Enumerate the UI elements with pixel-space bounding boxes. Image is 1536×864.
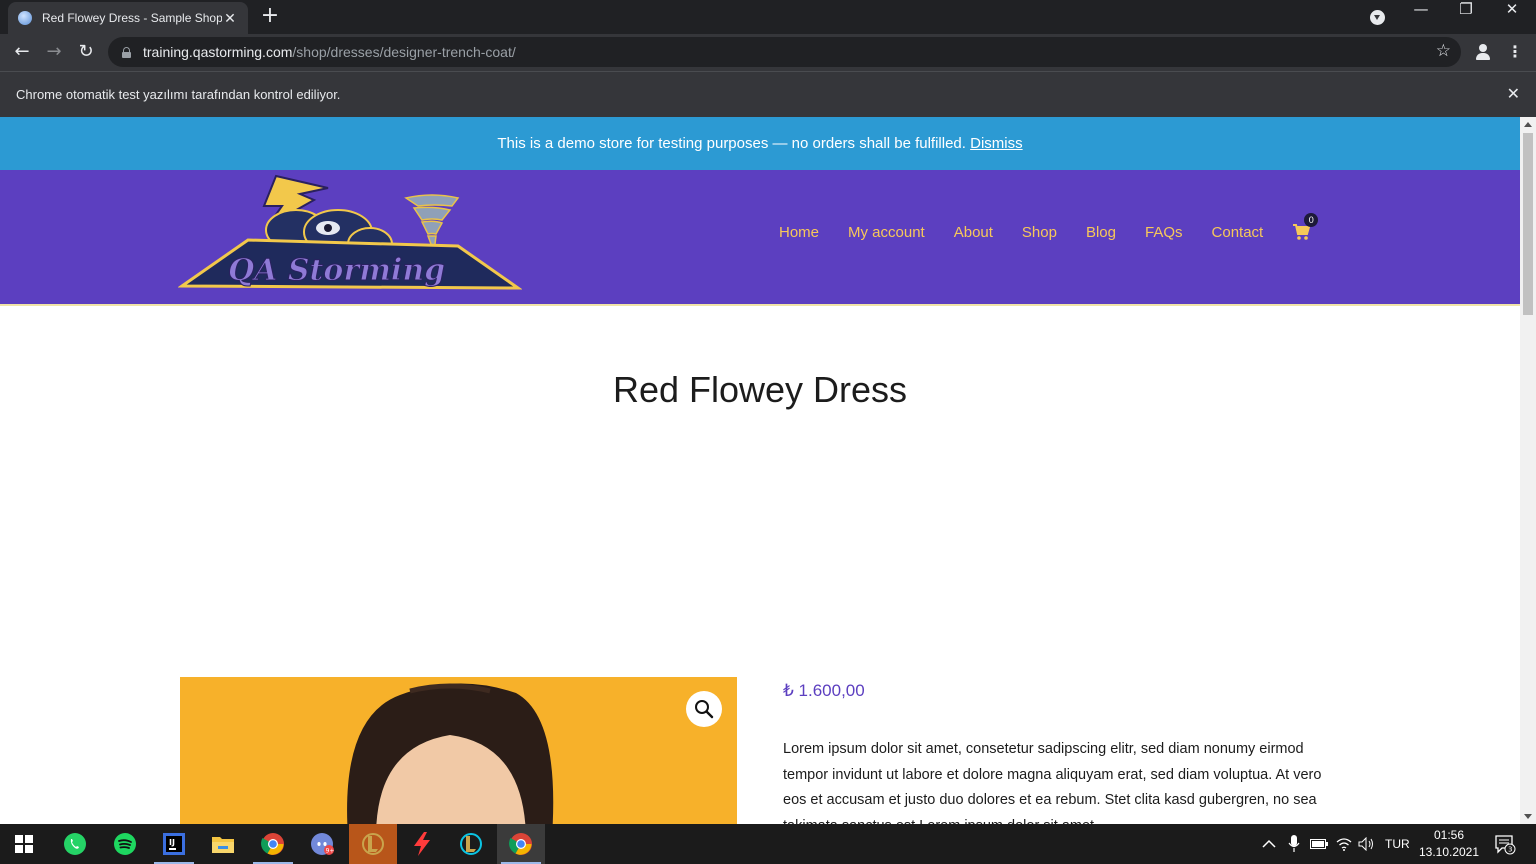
back-arrow-icon[interactable]: ← [8, 38, 36, 66]
spotify-icon [114, 833, 136, 855]
url-host: training.qastorming.com [143, 44, 293, 60]
page-scrollbar[interactable] [1520, 117, 1536, 824]
action-center-button[interactable]: 3 [1494, 824, 1516, 864]
league-client-icon [362, 833, 384, 855]
tab-close-icon[interactable]: ✕ [222, 10, 238, 27]
windows-logo-icon [15, 835, 33, 853]
tray-overflow-icon[interactable] [1262, 824, 1276, 864]
lock-icon[interactable] [122, 46, 131, 58]
nav-faqs[interactable]: FAQs [1145, 224, 1183, 241]
bookmark-star-icon[interactable]: ☆ [1436, 41, 1451, 61]
clock-time: 01:56 [1433, 828, 1465, 842]
browser-tab[interactable]: Red Flowey Dress - Sample Shop ✕ [8, 2, 248, 34]
logo-text: QA Storming [228, 253, 445, 288]
wifi-icon[interactable] [1336, 824, 1352, 864]
taskbar-league[interactable] [447, 824, 495, 864]
taskbar-clock[interactable]: 01:56 13.10.2021 [1416, 827, 1482, 861]
whatsapp-icon [64, 833, 86, 855]
model-photo [347, 683, 554, 824]
notification-count: 3 [1508, 846, 1512, 854]
intellij-icon: IJ [163, 833, 185, 855]
taskbar-chrome-active[interactable] [497, 824, 545, 864]
file-explorer-icon [212, 837, 234, 853]
globe-favicon-icon [18, 11, 32, 25]
svg-text:IJ: IJ [169, 838, 175, 847]
scrollbar-thumb[interactable] [1523, 133, 1533, 315]
taskbar-chrome[interactable] [249, 824, 297, 864]
product-title: Red Flowey Dress [612, 369, 908, 410]
nav-about[interactable]: About [954, 224, 993, 241]
chrome-icon [509, 833, 532, 855]
page-viewport: This is a demo store for testing purpose… [0, 117, 1520, 824]
taskbar-spotify[interactable] [101, 824, 149, 864]
profile-avatar-icon[interactable] [1474, 43, 1492, 61]
microphone-icon[interactable] [1288, 824, 1300, 864]
taskbar-whatsapp[interactable] [51, 824, 99, 864]
magnifier-icon [695, 700, 714, 719]
volume-icon[interactable] [1358, 824, 1376, 864]
chrome-icon [261, 833, 284, 855]
forward-arrow-icon[interactable]: → [40, 38, 68, 66]
league-icon [460, 833, 482, 855]
notification-icon: 3 [1495, 835, 1516, 855]
infobar-close-icon[interactable]: ✕ [1507, 72, 1520, 117]
cart-button[interactable]: 0 [1292, 213, 1319, 241]
scroll-down-icon[interactable] [1524, 814, 1532, 819]
dismiss-link[interactable]: Dismiss [970, 135, 1023, 152]
minimize-button[interactable]: — [1399, 0, 1443, 32]
product-image[interactable] [180, 677, 737, 824]
store-notice: This is a demo store for testing purpose… [0, 117, 1520, 170]
store-notice-text: This is a demo store for testing purpose… [497, 135, 971, 152]
taskbar-flash[interactable] [398, 824, 446, 864]
tab-search-icon[interactable] [1370, 10, 1385, 25]
discord-icon: 9+ [311, 833, 334, 855]
infobar-text: Chrome otomatik test yazılımı tarafından… [16, 87, 341, 102]
nav-shop[interactable]: Shop [1022, 224, 1057, 241]
windows-taskbar: IJ 9+ TUR 01:56 13.10.2021 3 [0, 824, 1536, 864]
taskbar-intellij[interactable]: IJ [150, 824, 198, 864]
tab-title: Red Flowey Dress - Sample Shop [42, 11, 222, 25]
nav-my-account[interactable]: My account [848, 224, 925, 241]
window-close-button[interactable]: ✕ [1490, 0, 1534, 32]
product-description: Lorem ipsum dolor sit amet, consetetur s… [783, 741, 1322, 824]
language-indicator[interactable]: TUR [1385, 824, 1410, 864]
taskbar-league-client[interactable] [349, 824, 397, 864]
address-bar[interactable]: training.qastorming.com/shop/dresses/des… [108, 37, 1461, 67]
flash-icon [414, 832, 430, 856]
site-header: QA Storming Home My account About Shop B… [0, 170, 1520, 306]
new-tab-button[interactable]: + [258, 4, 282, 28]
taskbar-file-explorer[interactable] [199, 824, 247, 864]
qa-storming-logo[interactable]: QA Storming [178, 170, 522, 294]
cart-count-badge: 0 [1304, 213, 1319, 227]
product-price: ₺ 1.600,00 [783, 681, 865, 700]
battery-icon[interactable] [1310, 824, 1328, 864]
restore-button[interactable]: ❐ [1444, 0, 1488, 32]
nav-blog[interactable]: Blog [1086, 224, 1116, 241]
reload-icon[interactable]: ↻ [72, 38, 100, 66]
zoom-button[interactable] [686, 691, 722, 727]
browser-toolbar: ← → ↻ training.qastorming.com/shop/dress… [0, 34, 1536, 71]
nav-home[interactable]: Home [779, 224, 819, 241]
automation-infobar: Chrome otomatik test yazılımı tarafından… [0, 71, 1536, 117]
start-button[interactable] [0, 824, 48, 864]
clock-date: 13.10.2021 [1418, 845, 1480, 859]
more-menu-icon[interactable]: ⋮ [1507, 41, 1523, 63]
scroll-up-icon[interactable] [1524, 122, 1532, 127]
url-text: training.qastorming.com/shop/dresses/des… [143, 44, 516, 60]
primary-navigation: Home My account About Shop Blog FAQs Con… [779, 213, 1319, 244]
discord-badge: 9+ [326, 848, 334, 855]
url-path: /shop/dresses/designer-trench-coat/ [292, 44, 516, 60]
browser-tabstrip: Red Flowey Dress - Sample Shop ✕ + — ❐ ✕ [0, 0, 1536, 34]
taskbar-discord[interactable]: 9+ [298, 824, 346, 864]
nav-contact[interactable]: Contact [1212, 224, 1264, 241]
